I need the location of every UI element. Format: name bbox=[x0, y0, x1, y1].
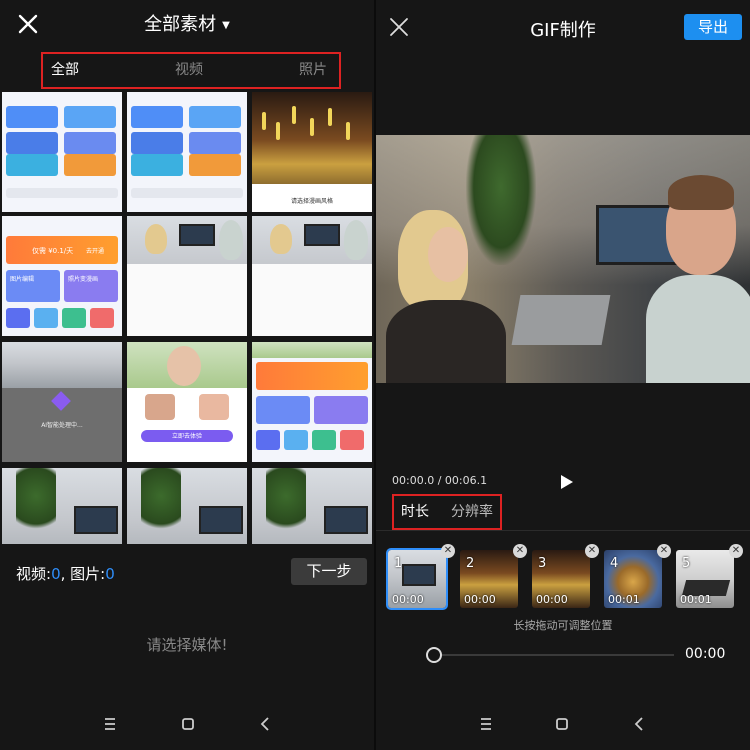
image-count-label: , 图片: bbox=[60, 565, 106, 583]
export-button[interactable]: 导出 bbox=[684, 14, 742, 40]
promo-text: 仅需 ¥0.1/天 bbox=[32, 247, 74, 255]
album-selector[interactable]: 全部素材 ▼ bbox=[0, 10, 374, 36]
frame-duration: 00:00 bbox=[392, 593, 424, 606]
playback-time: 00:00.0 / 00:06.1 bbox=[392, 474, 488, 487]
vip-text: 去开通 bbox=[86, 248, 105, 255]
media-thumbnail[interactable]: 仅需 ¥0.1/天 去开通 图片编辑 照片变漫画 bbox=[2, 216, 122, 336]
play-icon[interactable] bbox=[560, 474, 574, 490]
timeline-slider-handle[interactable] bbox=[426, 647, 442, 663]
total-time: 00:06.1 bbox=[444, 474, 488, 487]
remove-x-icon[interactable]: ✕ bbox=[441, 544, 455, 558]
remove-x-icon[interactable]: ✕ bbox=[657, 544, 671, 558]
tab-video[interactable]: 视频 bbox=[175, 54, 203, 87]
selection-count: 视频:0, 图片:0 bbox=[16, 563, 115, 584]
frame-number: 1 bbox=[394, 556, 403, 571]
image-count: 0 bbox=[105, 565, 115, 583]
home-icon[interactable] bbox=[176, 712, 200, 736]
back-icon[interactable] bbox=[254, 712, 278, 736]
remove-x-icon[interactable]: ✕ bbox=[729, 544, 743, 558]
edit-image-text: 图片编辑 bbox=[10, 276, 35, 283]
system-nav-bar bbox=[0, 712, 374, 738]
timeline-slider-track[interactable] bbox=[434, 654, 674, 656]
remove-x-icon[interactable]: ✕ bbox=[585, 544, 599, 558]
tab-all[interactable]: 全部 bbox=[51, 54, 79, 87]
gif-preview[interactable] bbox=[376, 135, 750, 383]
tab-photo[interactable]: 照片 bbox=[299, 54, 327, 87]
processing-text: AI智能处理中... bbox=[41, 422, 83, 429]
frame-duration: 00:00 bbox=[464, 593, 496, 606]
select-media-hint: 请选择媒体! bbox=[146, 636, 228, 654]
tab-resolution[interactable]: 分辨率 bbox=[451, 496, 493, 528]
settings-tabs: 时长 分辨率 bbox=[392, 494, 502, 530]
frame-number: 2 bbox=[466, 556, 475, 571]
style-hint-text: 请选择漫画风格 bbox=[290, 198, 333, 205]
next-step-button[interactable]: 下一步 bbox=[291, 558, 367, 585]
frame-number: 5 bbox=[682, 556, 691, 571]
frame-thumbnail[interactable]: 4 00:01 bbox=[604, 550, 662, 608]
video-count: 0 bbox=[51, 565, 61, 583]
media-picker-panel: 全部素材 ▼ 全部 视频 照片 请选择漫画风格 仅需 ¥0.1/天 去开通 图片… bbox=[0, 0, 374, 750]
media-thumbnail[interactable] bbox=[252, 468, 372, 544]
home-icon[interactable] bbox=[550, 712, 574, 736]
frame-duration: 00:00 bbox=[536, 593, 568, 606]
media-thumbnail[interactable]: 立即去体验 bbox=[127, 342, 247, 462]
caret-down-icon: ▼ bbox=[222, 19, 230, 31]
media-type-tabs: 全部 视频 照片 bbox=[41, 52, 341, 89]
divider bbox=[376, 530, 750, 531]
frame-thumbnail[interactable]: 3 00:00 bbox=[532, 550, 590, 608]
media-thumbnail[interactable] bbox=[127, 468, 247, 544]
face-button-text: 立即去体验 bbox=[171, 433, 202, 440]
media-thumbnail[interactable] bbox=[2, 468, 122, 544]
media-grid: 请选择漫画风格 仅需 ¥0.1/天 去开通 图片编辑 照片变漫画 AI智能处理中… bbox=[2, 92, 374, 544]
media-thumbnail[interactable] bbox=[2, 92, 122, 212]
menu-icon[interactable] bbox=[474, 712, 498, 736]
tab-duration[interactable]: 时长 bbox=[401, 496, 429, 528]
drag-hint: 长按拖动可调整位置 bbox=[513, 619, 613, 632]
frame-duration: 00:01 bbox=[680, 593, 712, 606]
gif-maker-panel: GIF制作 导出 00:00.0 / 00:06.1 时长 分辨率 1 00:0… bbox=[376, 0, 750, 750]
album-title: 全部素材 bbox=[144, 14, 217, 35]
media-thumbnail[interactable]: AI智能处理中... bbox=[2, 342, 122, 462]
frame-duration: 00:01 bbox=[608, 593, 640, 606]
media-thumbnail[interactable] bbox=[127, 92, 247, 212]
menu-icon[interactable] bbox=[98, 712, 122, 736]
media-thumbnail[interactable] bbox=[252, 342, 372, 462]
frame-thumbnail[interactable]: 5 00:01 bbox=[676, 550, 734, 608]
slider-time: 00:00 bbox=[685, 646, 726, 662]
media-thumbnail[interactable] bbox=[127, 216, 247, 336]
video-count-label: 视频: bbox=[16, 565, 52, 583]
media-thumbnail[interactable] bbox=[252, 216, 372, 336]
current-time: 00:00.0 bbox=[392, 474, 435, 487]
remove-x-icon[interactable]: ✕ bbox=[513, 544, 527, 558]
frame-thumbnail[interactable]: 1 00:00 bbox=[386, 548, 448, 610]
frame-number: 4 bbox=[610, 556, 619, 571]
frame-thumbnail[interactable]: 2 00:00 bbox=[460, 550, 518, 608]
media-thumbnail[interactable]: 请选择漫画风格 bbox=[252, 92, 372, 212]
frame-strip: 1 00:00 ✕ 2 00:00 ✕ 3 00:00 ✕ 4 00:01 ✕ … bbox=[386, 544, 750, 612]
back-icon[interactable] bbox=[628, 712, 652, 736]
frame-number: 3 bbox=[538, 556, 547, 571]
system-nav-bar bbox=[376, 712, 750, 738]
comic-text: 照片变漫画 bbox=[68, 276, 99, 283]
